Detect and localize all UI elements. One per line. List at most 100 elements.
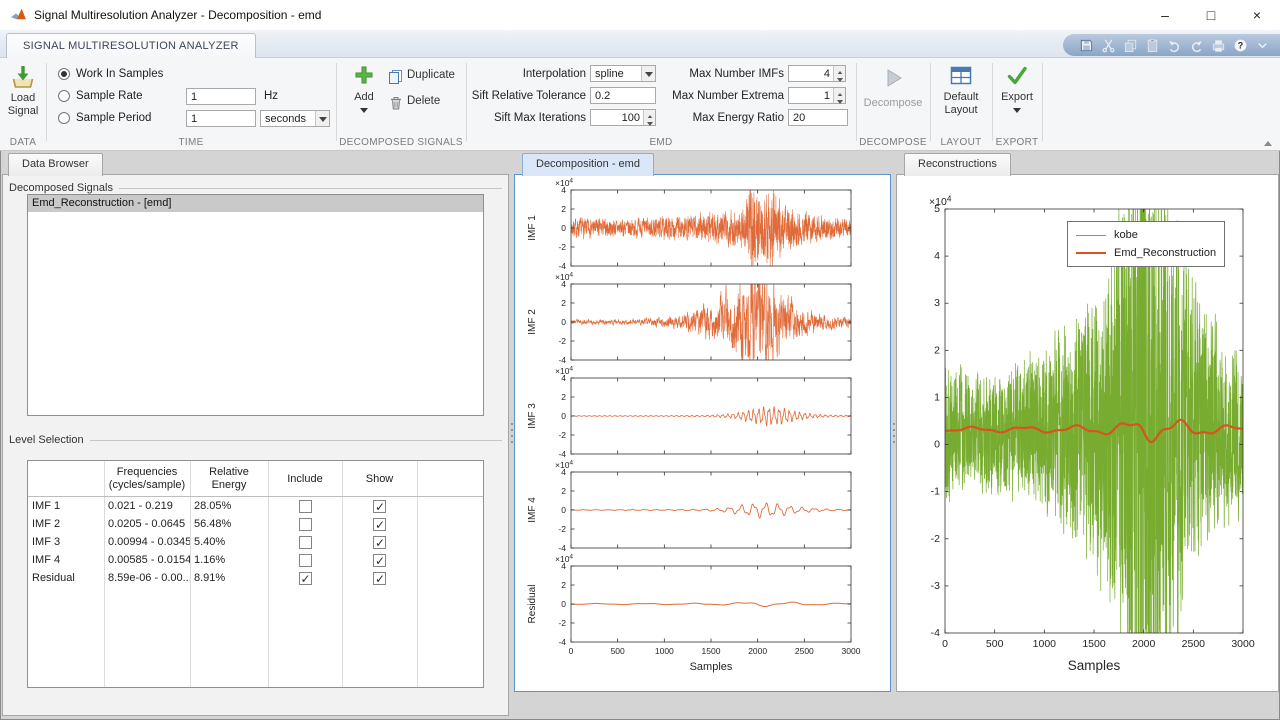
default-layout-icon[interactable] [949, 64, 973, 88]
qa-undo-icon[interactable] [1167, 38, 1182, 53]
matlab-app-icon [10, 6, 27, 23]
svg-text:0: 0 [561, 505, 566, 515]
qa-redo-icon[interactable] [1189, 38, 1204, 53]
show-checkbox[interactable] [373, 572, 386, 585]
data-browser-body: Decomposed Signals Emd_Reconstruction - … [2, 174, 509, 716]
export-button[interactable]: Export [992, 91, 1042, 104]
spinner-arrows-icon[interactable] [833, 66, 845, 81]
tab-decomposition-emd[interactable]: Decomposition - emd [522, 153, 654, 176]
level-row-imf-2[interactable]: IMF 20.0205 - 0.064556.48% [28, 515, 483, 533]
table-cell: 28.05% [190, 497, 268, 515]
qa-help-icon[interactable]: ? [1233, 38, 1248, 53]
include-cell [268, 551, 342, 569]
show-checkbox[interactable] [373, 554, 386, 567]
toolstrip: Load Signal DATA Work In Samples Sample … [0, 58, 1280, 151]
add-button[interactable]: Add [342, 91, 386, 104]
qa-print-icon[interactable] [1211, 38, 1226, 53]
qa-copy-icon[interactable] [1123, 38, 1138, 53]
add-icon[interactable] [353, 64, 375, 86]
decompose-button[interactable]: Decompose [856, 97, 930, 110]
include-checkbox[interactable] [299, 572, 312, 585]
sift-relative-tolerance-input[interactable] [590, 87, 656, 104]
max-energy-ratio-label: Max Energy Ratio [662, 110, 784, 126]
add-dropdown-arrow-icon[interactable] [360, 108, 368, 117]
collapse-toolstrip-icon[interactable] [1264, 137, 1272, 146]
table-cell: IMF 1 [28, 497, 104, 515]
work-in-samples-radio[interactable]: Work In Samples [58, 67, 163, 81]
spinner-arrows-icon[interactable] [833, 88, 845, 103]
default-layout-button[interactable]: Default Layout [935, 91, 987, 116]
delete-icon[interactable] [388, 95, 403, 110]
level-row-imf-3[interactable]: IMF 30.00994 - 0.03455.40% [28, 533, 483, 551]
table-cell: 8.59e-06 - 0.00... [104, 569, 190, 587]
include-checkbox[interactable] [299, 554, 312, 567]
sample-period-input[interactable] [186, 110, 256, 127]
sample-period-radio[interactable]: Sample Period [58, 111, 151, 125]
interpolation-dropdown[interactable]: spline [590, 65, 656, 82]
export-icon[interactable] [1006, 64, 1028, 86]
svg-text:0: 0 [561, 317, 566, 327]
frequencies-header: Frequencies (cycles/sample) [104, 461, 190, 491]
decomposed-signals-list[interactable]: Emd_Reconstruction - [emd] [27, 194, 484, 416]
show-checkbox[interactable] [373, 500, 386, 513]
tab-reconstructions[interactable]: Reconstructions [904, 153, 1011, 176]
svg-text:×104: ×104 [555, 554, 573, 564]
show-cell [342, 551, 417, 569]
table-cell: 56.48% [190, 515, 268, 533]
svg-text:Residual: Residual [527, 585, 538, 624]
max-number-imfs-spinner[interactable]: 4 [788, 65, 846, 82]
spinner-arrows-icon[interactable] [643, 110, 655, 125]
tab-signal-multiresolution-analyzer[interactable]: SIGNAL MULTIRESOLUTION ANALYZER [6, 33, 256, 59]
qa-dock-icon[interactable] [1255, 38, 1270, 53]
export-dropdown-arrow-icon[interactable] [1013, 108, 1021, 117]
level-row-imf-1[interactable]: IMF 10.021 - 0.21928.05% [28, 497, 483, 515]
duplicate-button[interactable]: Duplicate [407, 69, 455, 81]
include-checkbox[interactable] [299, 536, 312, 549]
load-signal-icon[interactable] [10, 64, 36, 90]
decompose-icon[interactable] [882, 66, 904, 88]
radio-icon[interactable] [58, 112, 70, 124]
svg-text:×104: ×104 [929, 195, 952, 209]
svg-text:2000: 2000 [748, 646, 767, 656]
sift-max-iterations-spinner[interactable]: 100 [590, 109, 656, 126]
include-header: Include [268, 461, 342, 486]
plot-legend[interactable]: kobe Emd_Reconstruction [1067, 221, 1225, 267]
svg-text:IMF 2: IMF 2 [527, 309, 538, 335]
svg-text:2500: 2500 [795, 646, 814, 656]
minimize-button[interactable]: – [1142, 0, 1188, 30]
include-checkbox[interactable] [299, 518, 312, 531]
legend-entry-kobe: kobe [1076, 226, 1216, 244]
svg-text:-3: -3 [931, 580, 940, 592]
qa-paste-icon[interactable] [1145, 38, 1160, 53]
max-energy-ratio-input[interactable] [788, 109, 848, 126]
level-table-header: Frequencies (cycles/sample) Relative Ene… [28, 461, 483, 497]
max-number-extrema-spinner[interactable]: 1 [788, 87, 846, 104]
show-checkbox[interactable] [373, 518, 386, 531]
level-row-residual[interactable]: Residual8.59e-06 - 0.00...8.91% [28, 569, 483, 587]
qa-save-icon[interactable] [1079, 38, 1094, 53]
list-item-decomposed-signal[interactable]: Emd_Reconstruction - [emd] [28, 195, 483, 212]
show-checkbox[interactable] [373, 536, 386, 549]
level-row-imf-4[interactable]: IMF 40.00585 - 0.01541.16% [28, 551, 483, 569]
svg-text:-2: -2 [558, 430, 566, 440]
load-signal-button[interactable]: Load Signal [3, 92, 43, 117]
close-button[interactable]: × [1234, 0, 1280, 30]
svg-text:?: ? [1238, 40, 1243, 50]
sample-rate-input[interactable] [186, 88, 256, 105]
tab-data-browser[interactable]: Data Browser [8, 153, 103, 176]
radio-selected-icon[interactable] [58, 68, 70, 80]
section-decomposed-signals: Add Duplicate Delete DECOMPOSED SIGNALS [336, 58, 466, 150]
decomposition-plots: -4-2024×104IMF 1-4-2024×104IMF 2-4-2024×… [515, 175, 890, 690]
delete-button[interactable]: Delete [407, 95, 440, 107]
sample-period-unit-dropdown[interactable]: seconds [260, 110, 330, 127]
decomposition-subplot-imf-4: -4-2024×104IMF 4 [515, 460, 890, 554]
qa-cut-icon[interactable] [1101, 38, 1116, 53]
include-checkbox[interactable] [299, 500, 312, 513]
max-number-imfs-label: Max Number IMFs [662, 66, 784, 82]
maximize-button[interactable]: □ [1188, 0, 1234, 30]
radio-icon[interactable] [58, 90, 70, 102]
duplicate-icon[interactable] [388, 69, 403, 84]
sample-rate-radio[interactable]: Sample Rate [58, 89, 142, 103]
chevron-down-icon [315, 111, 329, 126]
svg-text:-4: -4 [931, 627, 940, 639]
